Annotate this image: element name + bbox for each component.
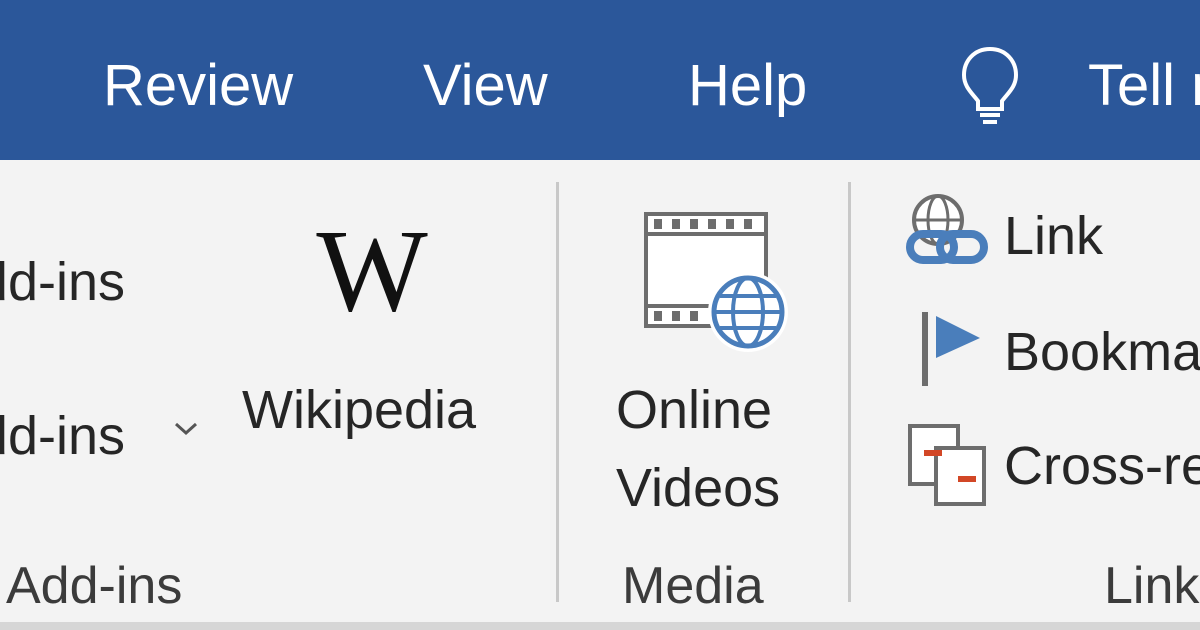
online-videos-button[interactable]: Online Videos: [600, 200, 810, 520]
tab-review[interactable]: Review: [103, 52, 293, 120]
link-button[interactable]: Link: [900, 190, 1200, 280]
group-label-addins: Add-ins: [6, 557, 183, 615]
my-addins-label: My Add-ins: [0, 406, 125, 466]
tab-help[interactable]: Help: [688, 52, 807, 120]
chevron-down-icon[interactable]: [172, 418, 200, 438]
get-addins-label: Get Add-ins: [0, 252, 125, 312]
online-videos-label-line2: Videos: [616, 458, 781, 518]
lightbulb-icon[interactable]: [958, 45, 1022, 129]
cross-reference-label: Cross-reference: [1004, 436, 1200, 496]
link-label: Link: [1004, 206, 1104, 266]
cross-reference-icon: [908, 424, 986, 506]
ribbon-tab-bar: Review View Help Tell me: [0, 0, 1200, 160]
ribbon-insert-panel: Get Add-ins My Add-ins Add-ins W Wikiped…: [0, 160, 1200, 622]
online-video-icon: [644, 212, 788, 352]
group-separator: [848, 182, 851, 602]
bookmark-icon: [922, 312, 980, 386]
online-videos-label-line1: Online: [616, 380, 773, 440]
link-icon: [906, 194, 988, 264]
tab-view[interactable]: View: [423, 52, 548, 120]
wikipedia-button[interactable]: W Wikipedia: [236, 200, 511, 500]
tell-me-search[interactable]: Tell me: [1088, 52, 1200, 120]
bookmark-button[interactable]: Bookmark: [900, 304, 1200, 394]
cross-reference-button[interactable]: Cross-reference: [900, 420, 1200, 512]
group-label-media: Media: [622, 557, 764, 615]
ribbon-bottom-border: [0, 622, 1200, 630]
group-label-links: Links: [1104, 557, 1200, 615]
wikipedia-label: Wikipedia: [242, 380, 477, 440]
wikipedia-icon: W: [316, 222, 428, 322]
my-addins-button[interactable]: My Add-ins: [0, 404, 125, 474]
svg-text:W: W: [316, 222, 428, 322]
group-separator: [556, 182, 559, 602]
get-addins-button[interactable]: Get Add-ins: [0, 250, 125, 320]
bookmark-label: Bookmark: [1004, 322, 1200, 382]
